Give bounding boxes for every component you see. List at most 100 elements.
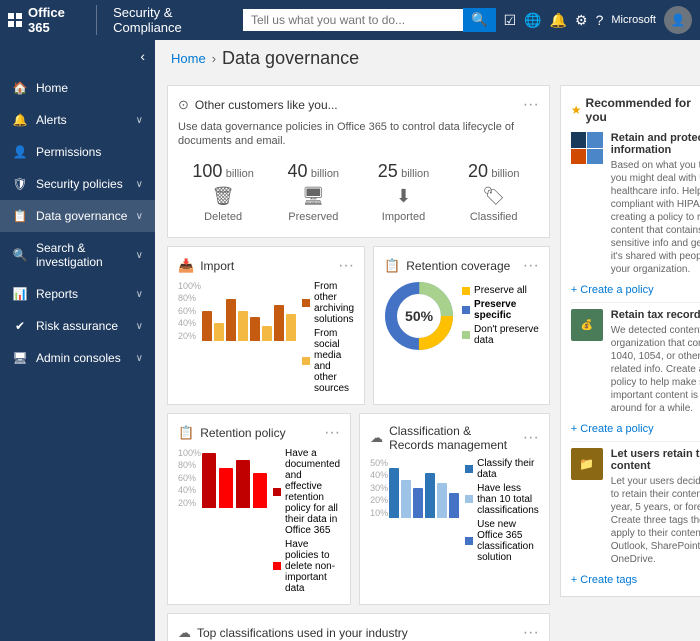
tax-link-label: + Create a policy — [571, 423, 654, 435]
classification-chart: 50% 40% 30% 20% 10% — [370, 458, 459, 563]
topbar-icons: ☑ 🌐 🔔 ⚙ ? Microsoft 👤 — [504, 6, 692, 34]
other-customers-icon: ⊙ — [178, 97, 189, 113]
cl-bar-4 — [425, 473, 435, 518]
cl-label-2: Have less than 10 total classifications — [477, 483, 539, 516]
sidebar-item-reports[interactable]: 📊 Reports ∨ — [0, 278, 155, 310]
search-button[interactable]: 🔍 — [463, 8, 496, 32]
import-title: Import — [200, 259, 332, 273]
other-customers-card: ⊙ Other customers like you... ··· Use da… — [167, 85, 550, 238]
rp-dot-2 — [273, 562, 281, 570]
app-name-security: Security & Compliance — [105, 5, 235, 35]
classification-header: ☁ Classification & Records management ··… — [370, 424, 539, 452]
retain-create-link[interactable]: + Create tags — [571, 574, 700, 586]
help-icon[interactable]: ? — [596, 12, 604, 28]
import-header: 📥 Import ··· — [178, 257, 354, 275]
hipaa-create-link[interactable]: + Create a policy — [571, 284, 700, 296]
sidebar-label-search: Search & investigation — [36, 241, 128, 269]
tc-menu[interactable]: ··· — [523, 624, 539, 641]
recommend-tax: 💰 Retain tax records We detected content… — [571, 309, 700, 415]
globe-icon[interactable]: 🌐 — [524, 12, 541, 29]
sidebar-item-risk[interactable]: ✔ Risk assurance ∨ — [0, 310, 155, 342]
hipaa-link-label: + Create a policy — [571, 284, 654, 296]
retain-link-label: + Create tags — [571, 574, 637, 586]
sidebar-item-home[interactable]: 🏠 Home — [0, 72, 155, 104]
app-logo: Office 365 — [8, 5, 97, 35]
stats-row: 100 billion 🗑 Deleted 40 billion 🖥 Prese… — [178, 157, 539, 227]
rc-label-3: Don't preserve data — [474, 324, 539, 346]
recommended-header: ★ Recommended for you ··· ✕ — [571, 96, 700, 124]
bar-4 — [238, 311, 248, 341]
retention-policy-content: 100% 80% 60% 40% 20% — [178, 448, 340, 594]
cl-bar-5 — [437, 483, 447, 518]
sidebar-item-admin[interactable]: 🖥 Admin consoles ∨ — [0, 342, 155, 374]
sidebar-item-alerts[interactable]: 🔔 Alerts ∨ — [0, 104, 155, 136]
import-legend-item-1: From other archiving solutions — [302, 281, 354, 325]
recommended-title: Recommended for you — [586, 96, 700, 124]
retention-coverage-title: Retention coverage — [406, 259, 517, 273]
tax-section: 💰 Retain tax records We detected content… — [571, 309, 700, 435]
cl-label-1: Classify their data — [477, 458, 539, 480]
retention-policy-icon: 📋 — [178, 425, 194, 441]
classification-menu[interactable]: ··· — [523, 429, 539, 447]
rp-bar-1 — [202, 453, 216, 508]
office-grid-icon — [8, 13, 22, 27]
cl-dot-1 — [465, 465, 473, 473]
cl-y-axis: 50% 40% 30% 20% 10% — [370, 458, 388, 518]
rc-label-2: Preserve specific — [474, 299, 539, 321]
sidebar-item-security-policies[interactable]: 🛡 Security policies ∨ — [0, 168, 155, 200]
retention-coverage-card: 📋 Retention coverage ··· — [373, 246, 550, 405]
rp-label-2: Have policies to delete non-important da… — [285, 539, 340, 594]
search-input[interactable] — [243, 9, 463, 31]
retain-text: Let users retain their own content Let y… — [611, 448, 700, 566]
bar-6 — [262, 326, 272, 341]
sidebar-item-search[interactable]: 🔍 Search & investigation ∨ — [0, 232, 155, 278]
import-menu[interactable]: ··· — [338, 257, 354, 275]
classification-card: ☁ Classification & Records management ··… — [359, 413, 550, 605]
rc-label-1: Preserve all — [474, 285, 527, 296]
hipaa-desc: Based on what you told us, you might dea… — [611, 159, 700, 276]
checkmark-icon[interactable]: ☑ — [504, 12, 517, 29]
breadcrumb-home[interactable]: Home — [171, 51, 206, 66]
sidebar-item-data-governance[interactable]: 📋 Data governance ∨ — [0, 200, 155, 232]
tax-create-link[interactable]: + Create a policy — [571, 423, 700, 435]
search-bar[interactable]: 🔍 — [243, 8, 496, 32]
stat-preserved-unit: billion — [311, 168, 339, 180]
rp-legend: Have a documented and effective retentio… — [273, 448, 340, 594]
retention-policy-card: 📋 Retention policy ··· 100% 80% 60% 40% — [167, 413, 351, 605]
tc-title: Top classifications used in your industr… — [197, 626, 517, 640]
middle-row: 📥 Import ··· 100% 80% 60% 40% — [167, 246, 550, 405]
sidebar-label-data-governance: Data governance — [36, 209, 128, 223]
rc-dot-3 — [462, 331, 470, 339]
retention-coverage-menu[interactable]: ··· — [523, 257, 539, 275]
legend-dot-1 — [302, 299, 310, 307]
rc-legend-3: Don't preserve data — [462, 324, 539, 346]
content-area: Home › Data governance ⊙ Other customers… — [155, 40, 700, 641]
other-customers-header: ⊙ Other customers like you... ··· — [178, 96, 539, 114]
avatar[interactable]: 👤 — [664, 6, 692, 34]
classified-icon: 🏷 — [453, 186, 535, 207]
topbar: Office 365 Security & Compliance 🔍 ☑ 🌐 🔔… — [0, 0, 700, 40]
sidebar-item-permissions[interactable]: 👤 Permissions — [0, 136, 155, 168]
retain-desc: Let your users decide whether to retain … — [611, 475, 700, 566]
rp-legend-2: Have policies to delete non-important da… — [273, 539, 340, 594]
divider-2 — [571, 441, 700, 442]
rp-bar-4 — [253, 473, 267, 508]
second-row: 📋 Retention policy ··· 100% 80% 60% 40% — [167, 413, 550, 605]
cl-bar-1 — [389, 468, 399, 518]
sidebar-toggle[interactable]: ‹ — [0, 40, 155, 72]
other-customers-menu[interactable]: ··· — [523, 96, 539, 114]
tc-header: ☁ Top classifications used in your indus… — [178, 624, 539, 641]
settings-icon[interactable]: ⚙ — [575, 12, 588, 29]
preserved-icon: 🖥 — [272, 186, 354, 207]
retention-policy-menu[interactable]: ··· — [324, 424, 340, 442]
bell-icon[interactable]: 🔔 — [550, 12, 567, 29]
home-icon: 🏠 — [12, 81, 28, 95]
cl-dot-3 — [465, 537, 473, 545]
risk-icon: ✔ — [12, 319, 28, 333]
tax-desc: We detected content in your organization… — [611, 324, 700, 415]
data-governance-chevron: ∨ — [136, 211, 143, 222]
sidebar-label-alerts: Alerts — [36, 113, 128, 127]
collapse-icon[interactable]: ‹ — [140, 48, 145, 64]
sidebar-label-home: Home — [36, 81, 143, 95]
right-panel: ★ Recommended for you ··· ✕ — [560, 85, 700, 633]
